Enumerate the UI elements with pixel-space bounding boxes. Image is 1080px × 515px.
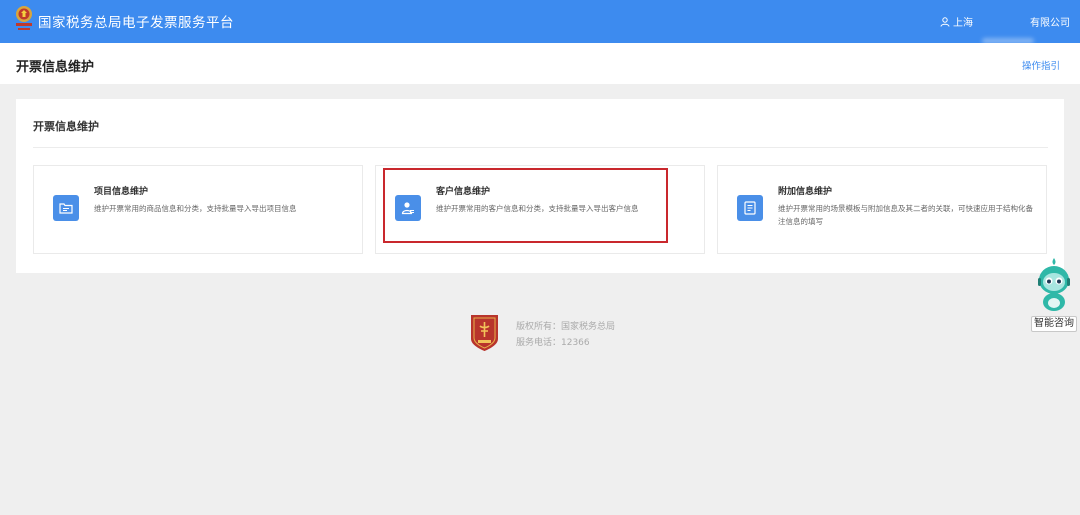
main-panel: 开票信息维护 项目信息维护 维护开票常用的商品信息和分类，支持批量导入导出项目信… <box>16 99 1064 273</box>
card-additional-info[interactable]: 附加信息维护 维护开票常用的场景模板与附加信息及其二者的关联，可快速应用于结构化… <box>717 165 1047 254</box>
company-name[interactable]: 有限公司 <box>1030 14 1070 29</box>
user-menu[interactable]: 上海 <box>940 14 973 29</box>
user-icon <box>940 16 950 27</box>
smart-assistant-widget[interactable]: 智能咨询 <box>1030 256 1078 334</box>
page-header: 开票信息维护 操作指引 <box>0 43 1080 84</box>
card-description: 维护开票常用的商品信息和分类，支持批量导入导出项目信息 <box>94 204 297 213</box>
service-phone: 服务电话：12366 <box>516 338 590 348</box>
card-customer-info[interactable]: 客户信息维护 维护开票常用的客户信息和分类，支持批量导入导出客户信息 <box>375 165 705 254</box>
tax-emblem-logo <box>16 6 32 30</box>
operation-guide-link[interactable]: 操作指引 <box>1022 58 1060 72</box>
customer-card-icon <box>395 195 421 221</box>
panel-title: 开票信息维护 <box>33 120 99 133</box>
folder-list-icon <box>53 195 79 221</box>
card-title: 项目信息维护 <box>94 187 149 197</box>
card-description: 维护开票常用的场景模板与附加信息及其二者的关联，可快速应用于结构化备注信息的填写 <box>778 204 1033 226</box>
assistant-robot-icon <box>1038 258 1070 311</box>
card-item-info[interactable]: 项目信息维护 维护开票常用的商品信息和分类，支持批量导入导出项目信息 <box>33 165 363 254</box>
copyright-text: 版权所有：国家税务总局 <box>516 322 616 332</box>
top-navigation-bar: 国家税务总局电子发票服务平台 上海 有限公司 <box>0 0 1080 44</box>
card-title: 附加信息维护 <box>778 187 833 197</box>
app-title: 国家税务总局电子发票服务平台 <box>38 15 234 31</box>
page-title: 开票信息维护 <box>16 60 95 75</box>
panel-divider <box>33 147 1048 148</box>
user-location: 上海 <box>953 18 973 29</box>
footer-copyright: 版权所有：国家税务总局 服务电话：12366 <box>516 319 615 351</box>
tax-bureau-badge-logo <box>471 315 498 351</box>
assistant-label: 智能咨询 <box>1031 316 1077 332</box>
document-edit-icon <box>737 195 763 221</box>
card-description: 维护开票常用的客户信息和分类，支持批量导入导出客户信息 <box>436 204 639 213</box>
card-title: 客户信息维护 <box>436 187 491 197</box>
